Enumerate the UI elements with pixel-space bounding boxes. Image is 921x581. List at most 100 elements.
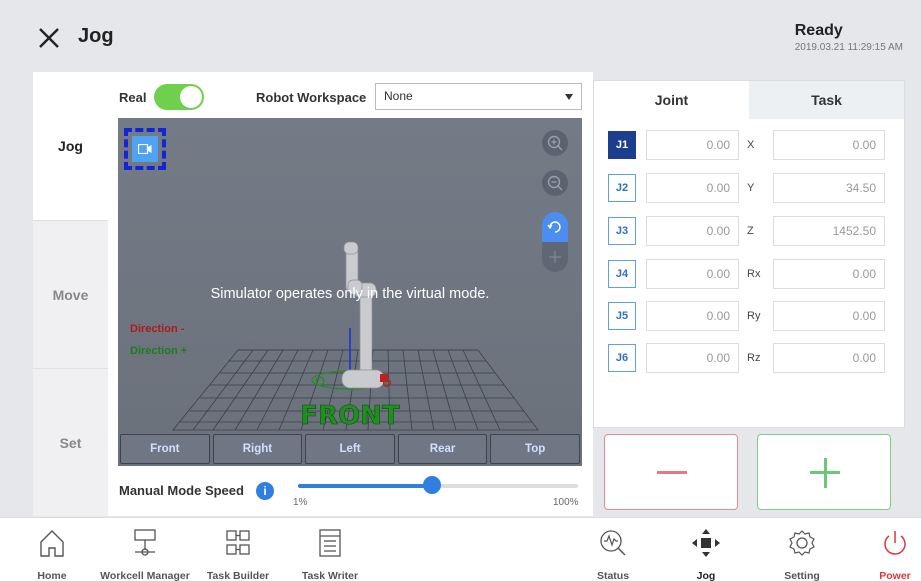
pan-icon: [542, 242, 568, 272]
joint-button-j4[interactable]: J4: [608, 260, 636, 288]
sidebar-item-jog[interactable]: Jog: [33, 72, 108, 220]
view-top-button[interactable]: Top: [490, 434, 580, 464]
zoom-out-button[interactable]: [542, 170, 568, 196]
joint-value: 0.00: [646, 301, 739, 331]
joint-value: 0.00: [646, 343, 739, 373]
close-icon[interactable]: [37, 26, 61, 50]
task-value: 1452.50: [773, 216, 885, 246]
tab-task[interactable]: Task: [749, 81, 904, 119]
speed-slider-fill: [298, 484, 433, 488]
direction-minus-label: Direction -: [130, 323, 185, 335]
rotate-icon: [542, 212, 568, 242]
datetime: 2019.03.21 11:29:15 AM: [794, 42, 903, 53]
view-right-button[interactable]: Right: [212, 434, 303, 464]
view-front-button[interactable]: Front: [120, 434, 210, 464]
view-rear-button[interactable]: Rear: [397, 434, 488, 464]
status-icon: [600, 530, 626, 556]
task-value: 0.00: [773, 130, 885, 160]
task-axis-label: X: [747, 139, 755, 151]
coordinate-row: J2 0.00 Y 34.50: [608, 173, 885, 203]
joint-value: 0.00: [646, 216, 739, 246]
nav-label: Workcell Manager: [100, 570, 190, 581]
sidebar-item-label: Move: [52, 286, 89, 303]
simulator-message: Simulator operates only in the virtual m…: [210, 286, 490, 302]
joint-value: 0.00: [646, 130, 739, 160]
gear-icon: [789, 530, 815, 556]
joint-button-j1[interactable]: J1: [608, 131, 636, 159]
nav-home[interactable]: Home: [7, 518, 97, 581]
joint-value: 0.00: [646, 173, 739, 203]
coordinate-row: J6 0.00 Rz 0.00: [608, 343, 885, 373]
nav-setting[interactable]: Setting: [757, 518, 847, 581]
coordinate-row: J5 0.00 Ry 0.00: [608, 301, 885, 331]
nav-workcell-manager[interactable]: Workcell Manager: [100, 518, 190, 581]
camera-icon: [132, 136, 158, 162]
jog-icon: [692, 529, 720, 557]
nav-label: Setting: [784, 570, 820, 581]
chevron-down-icon: [565, 94, 573, 100]
nav-label: Status: [596, 570, 630, 581]
task-axis-label: Rx: [747, 268, 761, 280]
sidebar-item-set[interactable]: Set: [33, 368, 108, 516]
joint-button-j5[interactable]: J5: [608, 302, 636, 330]
coordinate-row: J4 0.00 Rx 0.00: [608, 259, 885, 289]
task-axis-label: Rz: [747, 352, 761, 364]
nav-label: Power: [879, 570, 911, 581]
jog-minus-button[interactable]: [604, 434, 738, 510]
workspace-row: Robot Workspace: [256, 82, 366, 112]
tab-joint[interactable]: Joint: [594, 81, 749, 119]
joint-button-j6[interactable]: J6: [608, 344, 636, 372]
simulator-view[interactable]: FRONT Simulator operates only in the vir…: [118, 118, 582, 466]
workcell-icon: [134, 529, 156, 556]
nav-label: Task Writer: [301, 570, 359, 581]
task-builder-icon: [226, 530, 250, 555]
workspace-select[interactable]: None: [375, 83, 582, 110]
sidebar-item-move[interactable]: Move: [33, 220, 108, 368]
nav-label: Home: [37, 570, 67, 581]
task-value: 0.00: [773, 343, 885, 373]
view-left-button[interactable]: Left: [305, 434, 395, 464]
joint-button-j3[interactable]: J3: [608, 217, 636, 245]
nav-task-writer[interactable]: Task Writer: [285, 518, 375, 581]
info-icon[interactable]: i: [256, 482, 274, 500]
task-axis-label: Z: [747, 225, 754, 237]
nav-power[interactable]: Power: [850, 518, 921, 581]
real-toggle[interactable]: [154, 84, 205, 110]
nav-label: Jog: [696, 570, 716, 581]
joint-button-j2[interactable]: J2: [608, 174, 636, 202]
camera-button[interactable]: [124, 128, 166, 170]
joint-value: 0.00: [646, 259, 739, 289]
power-icon: [884, 531, 906, 555]
nav-status[interactable]: Status: [568, 518, 658, 581]
sidebar: Jog Move Set: [33, 72, 108, 516]
zoom-out-icon: [547, 175, 563, 191]
task-axis-label: Y: [747, 182, 755, 194]
task-value: 34.50: [773, 173, 885, 203]
coordinate-row: J1 0.00 X 0.00: [608, 130, 885, 160]
speed-min-label: 1%: [293, 497, 308, 508]
view-mode-toggle[interactable]: [542, 212, 568, 272]
sidebar-item-label: Jog: [58, 138, 83, 154]
real-toggle-row: Real: [119, 82, 205, 112]
view-buttons: Front Right Left Rear Top: [118, 434, 582, 464]
task-value: 0.00: [773, 301, 885, 331]
coordinate-tabs: Joint Task: [594, 81, 904, 119]
workspace-label: Robot Workspace: [256, 89, 367, 105]
task-axis-label: Ry: [747, 310, 761, 322]
robot-status: Ready: [794, 22, 843, 39]
real-label: Real: [119, 89, 147, 105]
status-block: Ready 2019.03.21 11:29:15 AM: [795, 22, 903, 53]
zoom-in-button[interactable]: [542, 130, 568, 156]
task-value: 0.00: [773, 259, 885, 289]
nav-label: Task Builder: [206, 570, 270, 581]
nav-jog[interactable]: Jog: [661, 518, 751, 581]
bottom-nav: Home Workcell Manager Task Builder Task …: [0, 517, 921, 581]
coordinate-panel: Joint Task J1 0.00 X 0.00 J2 0.00 Y 34.50 J3 0.00…: [593, 80, 905, 428]
workspace-select-value: None: [384, 89, 413, 103]
home-icon: [40, 530, 64, 557]
jog-plus-button[interactable]: [757, 434, 891, 510]
sidebar-item-label: Set: [59, 434, 82, 451]
speed-max-label: 100%: [553, 497, 579, 508]
coordinate-row: J3 0.00 Z 1452.50: [608, 216, 885, 246]
nav-task-builder[interactable]: Task Builder: [193, 518, 283, 581]
